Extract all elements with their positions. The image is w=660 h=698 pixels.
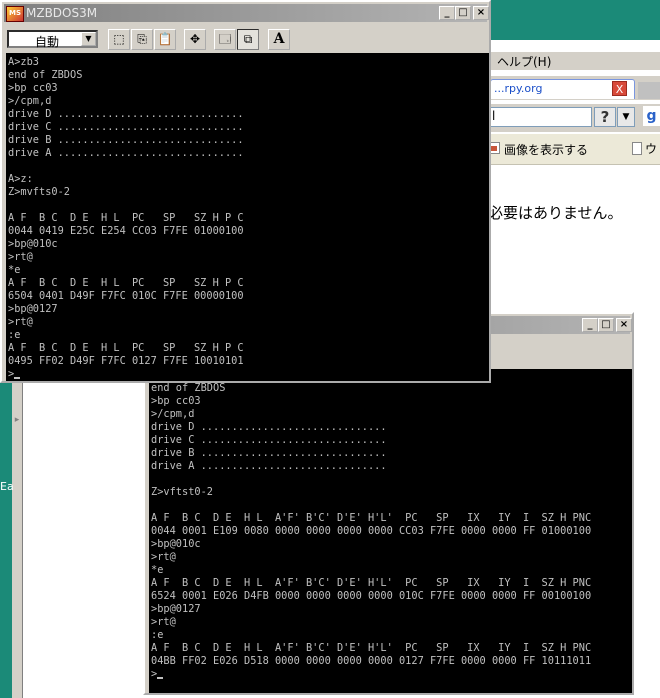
console-line: >bp@0127 bbox=[8, 303, 58, 315]
console-toolbar: 自動 ▼ ⬚ ⎘ 📋 ✥ 🗔 ⧉ A bbox=[4, 24, 489, 51]
scroll-arrow-icon[interactable]: ▸ bbox=[12, 415, 22, 429]
window-titlebar[interactable]: MS MZBDOS3M _ □ × bbox=[4, 4, 489, 22]
address-input[interactable] bbox=[490, 107, 592, 127]
font-size-value: 自動 bbox=[35, 35, 60, 49]
chevron-down-icon[interactable]: ▼ bbox=[617, 107, 635, 127]
console-line: drive A .............................. bbox=[151, 460, 387, 472]
console-line: >rt@ bbox=[151, 616, 176, 628]
console-line: >bp cc03 bbox=[151, 395, 201, 407]
text-cursor bbox=[14, 377, 21, 379]
console-line: :e bbox=[8, 329, 21, 341]
console-line: drive A .............................. bbox=[8, 147, 244, 159]
mark-button[interactable]: ⬚ bbox=[108, 29, 130, 50]
browser-tab-title[interactable]: ...rpy.org bbox=[494, 82, 542, 95]
console-line: 6524 0001 E026 D4FB 0000 0000 0000 0000 … bbox=[151, 590, 592, 602]
console-line: *e bbox=[151, 564, 164, 576]
text-cursor bbox=[157, 677, 164, 679]
console-line: 04BB FF02 E026 D518 0000 0000 0000 0000 … bbox=[151, 655, 592, 667]
console-line: A F B C D E H L PC SP SZ H P C bbox=[8, 212, 244, 224]
page-body-text: 必要はありません。 bbox=[488, 204, 623, 222]
console-line: 6504 0401 D49F F7FC 010C F7FE 00000100 bbox=[8, 290, 244, 302]
fullscreen-button[interactable]: ✥ bbox=[184, 29, 206, 50]
console-line: >rt@ bbox=[151, 551, 176, 563]
address-input-text: l bbox=[492, 109, 496, 123]
console-line: >rt@ bbox=[8, 316, 33, 328]
console-output[interactable]: A>zb3 end of ZBDOS >bp cc03 >/cpm,d drive D … bbox=[6, 53, 489, 381]
console-line: >bp cc03 bbox=[8, 82, 58, 94]
document-icon[interactable] bbox=[632, 142, 642, 155]
app-icon[interactable]: MS bbox=[6, 6, 24, 22]
console-line: drive D .............................. bbox=[8, 108, 244, 120]
copy-button[interactable]: ⎘ bbox=[131, 29, 153, 50]
console-line: 0044 0001 E109 0080 0000 0000 0000 0000 … bbox=[151, 525, 592, 537]
console-line: 0044 0419 E25C E254 CC03 F7FE 01000100 bbox=[8, 225, 244, 237]
console-line: A F B C D E H L A'F' B'C' D'E' H'L' PC S… bbox=[151, 577, 592, 589]
console-line: drive B .............................. bbox=[151, 447, 387, 459]
console-line: >bp@0127 bbox=[151, 603, 201, 615]
desktop-label: Ea bbox=[0, 480, 14, 493]
console-line: end of ZBDOS bbox=[151, 382, 226, 394]
console-line: end of ZBDOS bbox=[8, 69, 83, 81]
minimize-button[interactable]: _ bbox=[582, 318, 598, 332]
console-line: *e bbox=[8, 264, 21, 276]
console-line: A F B C D E H L PC SP SZ H P C bbox=[8, 342, 244, 354]
properties-button[interactable]: 🗔 bbox=[214, 29, 236, 50]
console-line: 0495 FF02 D49F F7FC 0127 F7FE 10010101 bbox=[8, 355, 244, 367]
console-line: > bbox=[151, 668, 632, 681]
console-line: :e bbox=[151, 629, 164, 641]
maximize-button[interactable]: □ bbox=[598, 318, 614, 332]
console-line: drive C .............................. bbox=[151, 434, 387, 446]
linkbar-item[interactable]: ウ bbox=[645, 140, 657, 157]
close-button[interactable]: × bbox=[473, 6, 489, 20]
font-size-select[interactable]: 自動 ▼ bbox=[7, 30, 98, 49]
maximize-button[interactable]: □ bbox=[455, 6, 471, 20]
help-icon[interactable]: ? bbox=[594, 107, 616, 127]
minimize-button[interactable]: _ bbox=[439, 6, 455, 20]
chevron-down-icon[interactable]: ▼ bbox=[81, 32, 96, 46]
console-line: >rt@ bbox=[8, 251, 33, 263]
google-icon[interactable]: g bbox=[643, 106, 660, 126]
console-line: > bbox=[8, 368, 489, 381]
tab-close-icon[interactable]: X bbox=[612, 81, 627, 96]
font-button[interactable]: A bbox=[268, 29, 290, 50]
console-line: A F B C D E H L A'F' B'C' D'E' H'L' PC S… bbox=[151, 512, 592, 524]
console-line: >/cpm,d bbox=[151, 408, 195, 420]
console-line: >/cpm,d bbox=[8, 95, 52, 107]
console-line: A>zb3 bbox=[8, 56, 39, 68]
close-button[interactable]: × bbox=[616, 318, 632, 332]
console-line: drive B .............................. bbox=[8, 134, 244, 146]
console-line: >bp@010c bbox=[151, 538, 201, 550]
window-title: MZBDOS3M bbox=[26, 6, 98, 20]
console-output[interactable]: Z>zb3end of ZBDOS>bp cc03>/cpm,ddrive D … bbox=[149, 369, 632, 693]
menu-help[interactable]: ヘルプ(H) bbox=[497, 53, 551, 70]
console-line: A F B C D E H L A'F' B'C' D'E' H'L' PC S… bbox=[151, 642, 592, 654]
console-line: drive D .............................. bbox=[151, 421, 387, 433]
console-line: >bp@010c bbox=[8, 238, 58, 250]
background-button[interactable]: ⧉ bbox=[237, 29, 259, 50]
console-line: Z>mvfts0-2 bbox=[8, 186, 70, 198]
paste-button[interactable]: 📋 bbox=[154, 29, 176, 50]
console-line: A>z: bbox=[8, 173, 33, 185]
console-line: A F B C D E H L PC SP SZ H P C bbox=[8, 277, 244, 289]
show-images-button[interactable]: 画像を表示する bbox=[504, 141, 588, 158]
console-line: drive C .............................. bbox=[8, 121, 244, 133]
tab-strip-end bbox=[638, 82, 660, 99]
console-line: Z>vftst0-2 bbox=[151, 486, 213, 498]
console-window-1[interactable]: MS MZBDOS3M _ □ × 自動 ▼ ⬚ ⎘ 📋 ✥ 🗔 ⧉ A A>z… bbox=[0, 0, 491, 383]
